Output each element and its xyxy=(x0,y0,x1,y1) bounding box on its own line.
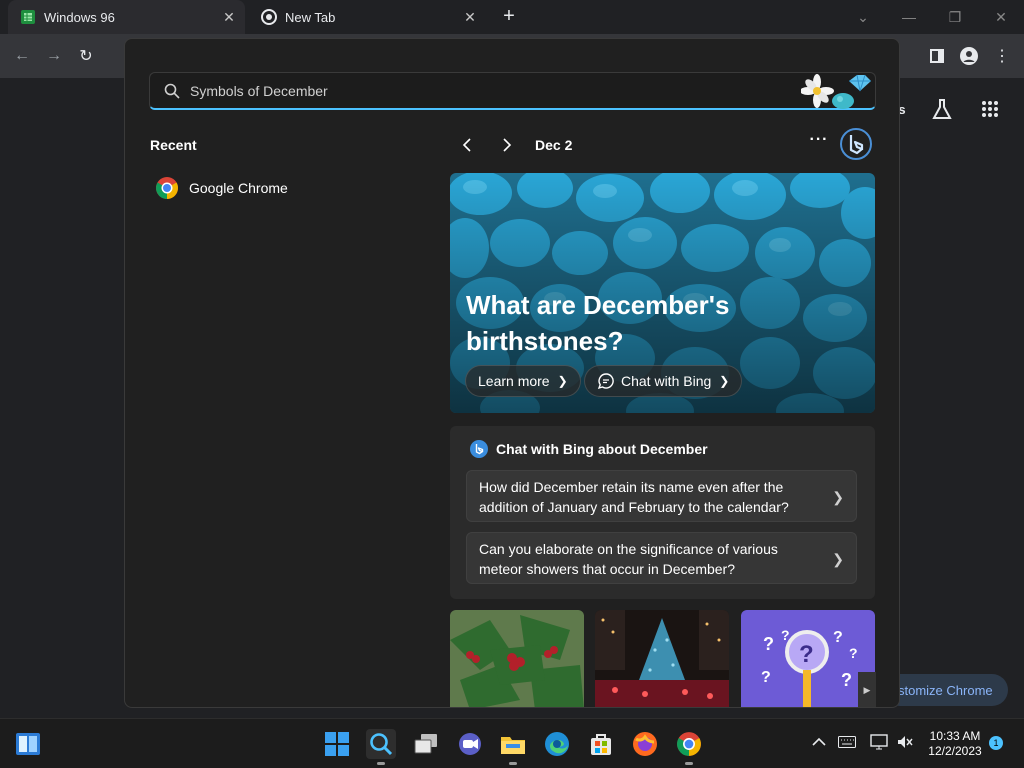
search-taskbar-icon[interactable] xyxy=(366,729,396,765)
close-tab-icon[interactable]: ✕ xyxy=(219,7,239,27)
chevron-right-icon[interactable] xyxy=(497,135,517,155)
clock-date: 12/2/2023 xyxy=(928,744,982,758)
date-label: Dec 2 xyxy=(535,137,573,153)
chat-heading-label: Chat with Bing about December xyxy=(496,441,708,457)
system-clock[interactable]: 10:33 AM 12/2/2023 xyxy=(920,729,990,759)
file-explorer-icon[interactable] xyxy=(498,729,528,765)
search-icon xyxy=(164,83,180,99)
customize-chrome-button[interactable]: stomize Chrome xyxy=(884,674,1008,706)
reload-icon[interactable]: ↻ xyxy=(75,45,97,67)
network-display-icon[interactable] xyxy=(870,733,888,751)
highlights-nav: Dec 2 ··· xyxy=(451,128,875,160)
bing-logo-icon xyxy=(470,440,488,458)
chrome-taskbar-icon[interactable] xyxy=(674,729,704,765)
chat-question-text: Can you elaborate on the significance of… xyxy=(479,541,778,577)
chat-bubble-icon xyxy=(597,373,614,390)
sheet-icon xyxy=(20,9,36,25)
chat-question-1[interactable]: How did December retain its name even af… xyxy=(466,470,857,522)
svg-text:?: ? xyxy=(841,670,852,690)
trivia-question-thumbnail[interactable]: ?? ?? ?? ? xyxy=(741,610,875,707)
keyboard-icon[interactable] xyxy=(838,733,856,751)
windows-search-panel: Recent Google Chrome Dec 2 ··· xyxy=(124,38,900,708)
chrome-icon xyxy=(156,177,178,199)
new-tab-button[interactable]: + xyxy=(498,6,520,28)
recent-item-label: Google Chrome xyxy=(189,180,288,196)
menu-icon[interactable]: ⋮ xyxy=(991,45,1013,67)
more-options-icon[interactable]: ··· xyxy=(807,131,831,155)
hero-title: What are December's birthstones? xyxy=(466,290,730,356)
svg-text:?: ? xyxy=(849,645,858,661)
show-hidden-icons-chevron-icon[interactable] xyxy=(810,733,828,751)
svg-text:?: ? xyxy=(761,669,771,686)
search-highlight-flower-icon xyxy=(801,74,871,109)
chat-question-2[interactable]: Can you elaborate on the significance of… xyxy=(466,532,857,584)
chevron-right-icon: ❯ xyxy=(557,374,568,388)
start-icon[interactable] xyxy=(322,729,352,759)
clock-time: 10:33 AM xyxy=(929,729,981,743)
chat-with-bing-card: Chat with Bing about December How did De… xyxy=(450,426,875,599)
tab-windows-96[interactable]: Windows 96 ✕ xyxy=(8,0,245,34)
recent-heading: Recent xyxy=(150,137,197,153)
restore-icon[interactable]: ❐ xyxy=(932,0,978,34)
microsoft-store-icon[interactable] xyxy=(586,729,616,759)
minimize-icon[interactable]: — xyxy=(886,0,932,34)
holly-thumbnail[interactable] xyxy=(450,610,584,707)
recent-item-google-chrome[interactable]: Google Chrome xyxy=(155,173,425,203)
chevron-right-icon: ❯ xyxy=(832,551,844,567)
edge-icon[interactable] xyxy=(542,729,572,759)
labs-flask-icon[interactable] xyxy=(930,97,954,121)
bing-chat-icon[interactable] xyxy=(839,127,873,161)
forward-icon[interactable]: → xyxy=(43,45,65,67)
customize-label: stomize Chrome xyxy=(898,682,993,698)
back-icon[interactable]: ← xyxy=(11,45,33,67)
search-input[interactable] xyxy=(190,80,750,102)
task-view-icon[interactable] xyxy=(411,729,441,759)
close-window-icon[interactable]: ✕ xyxy=(978,0,1024,34)
learn-more-button[interactable]: Learn more ❯ xyxy=(465,365,581,397)
tab-label: New Tab xyxy=(285,9,336,25)
profile-icon[interactable] xyxy=(958,45,980,67)
tab-search-icon[interactable]: ⌄ xyxy=(840,0,886,34)
chat-heading: Chat with Bing about December xyxy=(470,440,708,458)
svg-text:?: ? xyxy=(763,634,774,654)
chat-with-bing-button[interactable]: Chat with Bing ❯ xyxy=(584,365,743,397)
side-panel-icon[interactable] xyxy=(926,45,948,67)
christmas-tree-thumbnail[interactable] xyxy=(595,610,729,707)
taskbar: 10:33 AM 12/2/2023 1 xyxy=(0,718,1024,768)
learn-more-label: Learn more xyxy=(478,373,550,389)
chevron-right-icon: ❯ xyxy=(719,374,730,388)
chat-with-bing-label: Chat with Bing xyxy=(621,373,712,389)
svg-text:?: ? xyxy=(799,641,814,668)
tab-label: Windows 96 xyxy=(44,9,115,25)
search-box[interactable] xyxy=(149,72,876,110)
chevron-right-icon: ❯ xyxy=(832,489,844,505)
scroll-right-icon[interactable]: ▶ xyxy=(858,672,876,707)
widgets-icon[interactable] xyxy=(13,729,43,759)
chevron-left-icon[interactable] xyxy=(457,135,477,155)
tab-new-tab[interactable]: New Tab ✕ xyxy=(249,0,486,34)
chat-question-text: How did December retain its name even af… xyxy=(479,479,789,515)
birthstone-hero-card[interactable]: What are December's birthstones? Learn m… xyxy=(450,173,875,413)
teams-chat-icon[interactable] xyxy=(455,729,485,759)
firefox-icon[interactable] xyxy=(630,729,660,759)
browser-title-bar: Windows 96 ✕ New Tab ✕ + ⌄ — ❐ ✕ xyxy=(0,0,1024,34)
chrome-icon xyxy=(261,9,277,25)
close-tab-icon[interactable]: ✕ xyxy=(460,7,480,27)
apps-grid-icon[interactable] xyxy=(978,97,1002,121)
notification-badge[interactable]: 1 xyxy=(989,736,1003,750)
svg-text:?: ? xyxy=(833,629,843,646)
volume-muted-icon[interactable] xyxy=(896,733,914,751)
